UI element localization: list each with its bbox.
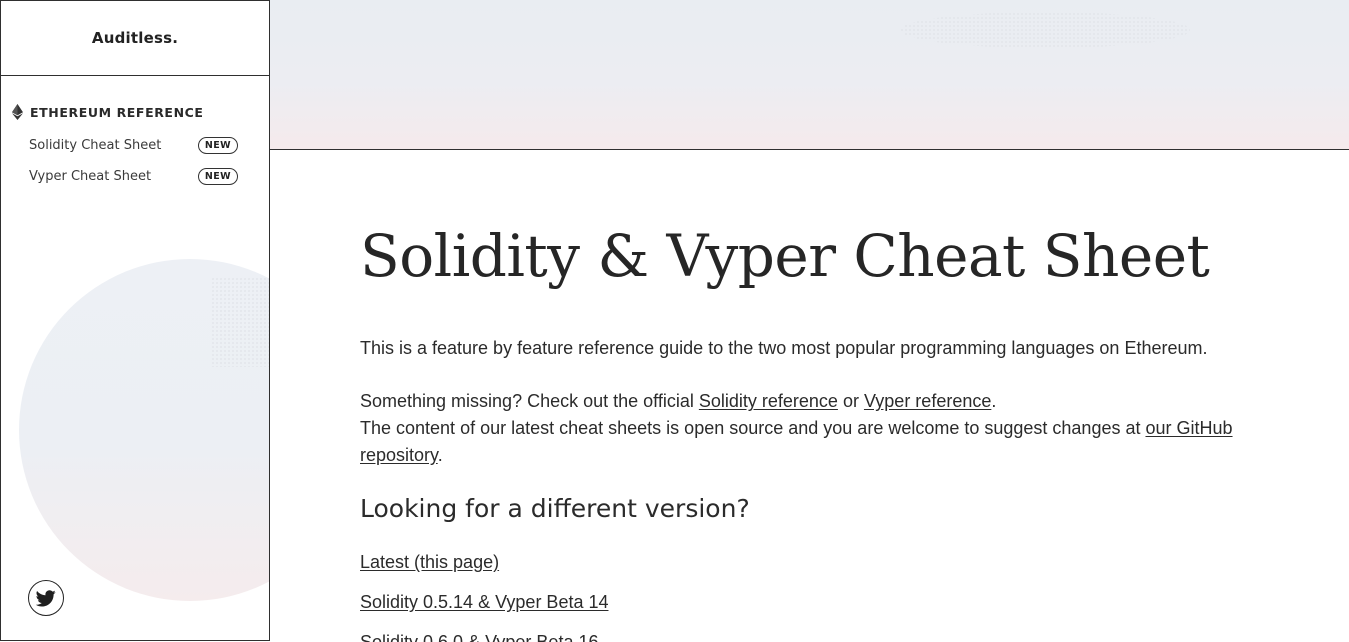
sidebar-item-solidity-cheat-sheet[interactable]: Solidity Cheat Sheet NEW <box>29 134 241 156</box>
versions-heading: Looking for a different version? <box>360 494 750 523</box>
missing-text: Something missing? Check out the officia… <box>360 388 996 415</box>
missing-prefix: Something missing? Check out the officia… <box>360 391 699 411</box>
page-title: Solidity & Vyper Cheat Sheet <box>360 222 1210 290</box>
decorative-dots <box>211 277 269 367</box>
version-link-solidity-0-6-0[interactable]: Solidity 0.6.0 & Vyper Beta 16 <box>360 632 598 642</box>
version-link-solidity-0-5-14[interactable]: Solidity 0.5.14 & Vyper Beta 14 <box>360 592 608 613</box>
sidebar-item-label: Solidity Cheat Sheet <box>29 137 162 153</box>
open-source-text-continued: repository. <box>360 442 443 469</box>
ethereum-icon <box>12 104 23 120</box>
twitter-icon <box>36 589 56 606</box>
solidity-reference-link[interactable]: Solidity reference <box>699 391 838 411</box>
twitter-button[interactable] <box>28 580 64 616</box>
sidebar: Auditless. ETHEREUM REFERENCE Solidity C… <box>0 0 270 641</box>
missing-or: or <box>837 391 864 411</box>
vyper-reference-link[interactable]: Vyper reference <box>864 391 991 411</box>
sidebar-item-vyper-cheat-sheet[interactable]: Vyper Cheat Sheet NEW <box>29 165 241 187</box>
header-banner <box>270 0 1349 150</box>
content-prefix: The content of our latest cheat sheets i… <box>360 418 1146 438</box>
decorative-dots <box>900 12 1190 48</box>
intro-text: This is a feature by feature reference g… <box>360 338 1208 358</box>
sidebar-section-title: ETHEREUM REFERENCE <box>30 104 204 120</box>
open-source-text: The content of our latest cheat sheets i… <box>360 415 1233 442</box>
sidebar-item-label: Vyper Cheat Sheet <box>29 168 152 184</box>
sidebar-section-ethereum-reference: ETHEREUM REFERENCE <box>12 104 204 120</box>
new-badge: NEW <box>197 167 238 185</box>
missing-suffix: . <box>991 391 997 411</box>
content-suffix: . <box>437 445 443 465</box>
new-badge: NEW <box>197 136 238 154</box>
github-repository-link[interactable]: our GitHub <box>1145 418 1232 438</box>
brand-logo[interactable]: Auditless. <box>1 1 269 76</box>
github-repository-link-continued[interactable]: repository <box>360 445 438 465</box>
version-link-latest[interactable]: Latest (this page) <box>360 552 499 573</box>
